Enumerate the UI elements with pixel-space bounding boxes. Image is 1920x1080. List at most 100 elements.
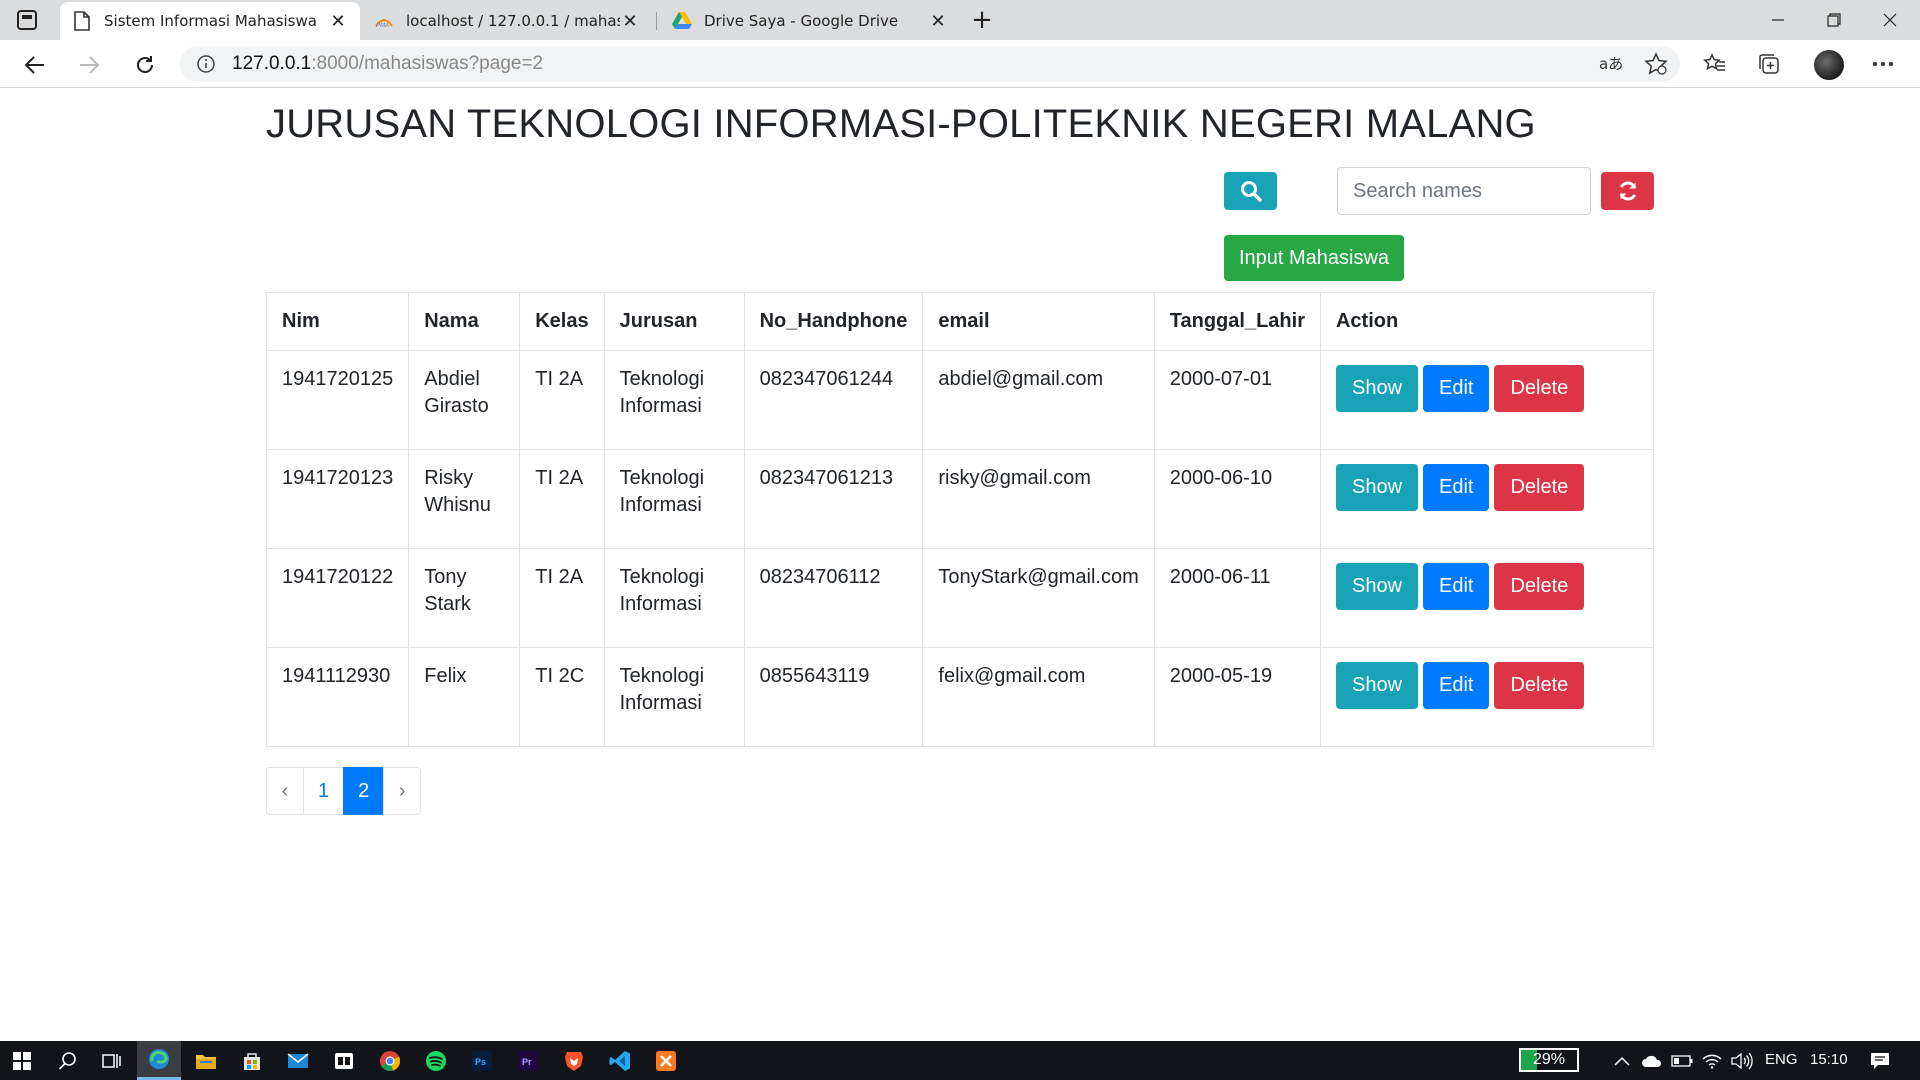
task-view-icon[interactable] bbox=[90, 1041, 134, 1080]
tab-title: Sistem Informasi Mahasiswa bbox=[104, 12, 317, 30]
column-header-jurusan: Jurusan bbox=[603, 292, 745, 351]
minimize-icon[interactable] bbox=[1750, 0, 1806, 40]
xampp-icon[interactable] bbox=[644, 1041, 688, 1080]
back-icon[interactable] bbox=[18, 48, 52, 82]
show-button[interactable]: Show bbox=[1335, 563, 1419, 610]
url-text: 127.0.0.1:8000/mahasiswas?page=2 bbox=[232, 53, 544, 74]
delete-button[interactable]: Delete bbox=[1494, 563, 1585, 610]
edit-button[interactable]: Edit bbox=[1423, 464, 1490, 511]
edit-button[interactable]: Edit bbox=[1423, 563, 1490, 610]
cell-email: abdiel@gmail.com bbox=[922, 350, 1155, 450]
windows-start-icon[interactable] bbox=[0, 1041, 44, 1080]
close-window-icon[interactable] bbox=[1862, 0, 1918, 40]
column-header-no-handphone: No_Handphone bbox=[743, 292, 924, 351]
svg-text:PMA: PMA bbox=[376, 23, 389, 28]
cell-kelas: TI 2C bbox=[519, 647, 605, 747]
file-explorer-icon[interactable] bbox=[184, 1041, 228, 1080]
cell-jurusan: Teknologi Informasi bbox=[603, 449, 745, 549]
svg-text:Ps: Ps bbox=[475, 1057, 486, 1067]
notes-app-icon[interactable] bbox=[322, 1041, 366, 1080]
notifications-icon[interactable] bbox=[1858, 1041, 1902, 1080]
search-icon[interactable] bbox=[46, 1041, 90, 1080]
cell-action: Show Edit Delete bbox=[1319, 548, 1655, 648]
battery-indicator[interactable]: 29% bbox=[1519, 1048, 1579, 1072]
cell-nama: Tony Stark bbox=[408, 548, 521, 648]
volume-icon[interactable] bbox=[1722, 1041, 1762, 1080]
clock[interactable]: 15:10 bbox=[1810, 1051, 1848, 1068]
cell-no-handphone: 082347061244 bbox=[743, 350, 924, 450]
cell-jurusan: Teknologi Informasi bbox=[603, 647, 745, 747]
windows-taskbar: Ps Pr 29% ENG 15:10 bbox=[0, 1041, 1920, 1080]
cell-email: felix@gmail.com bbox=[922, 647, 1155, 747]
pagination-prev[interactable]: ‹ bbox=[266, 767, 304, 815]
cell-tanggal-lahir: 2000-07-01 bbox=[1153, 350, 1321, 450]
column-header-tanggal-lahir: Tanggal_Lahir bbox=[1153, 292, 1321, 351]
cell-nama: Felix bbox=[408, 647, 521, 747]
microsoft-store-icon[interactable] bbox=[230, 1041, 274, 1080]
browser-toolbar: 127.0.0.1:8000/mahasiswas?page=2 aあ bbox=[0, 40, 1920, 88]
google-drive-icon bbox=[672, 11, 692, 31]
brave-browser-icon[interactable] bbox=[552, 1041, 596, 1080]
photoshop-icon[interactable]: Ps bbox=[460, 1041, 504, 1080]
column-header-action: Action bbox=[1319, 292, 1655, 351]
delete-button[interactable]: Delete bbox=[1494, 662, 1585, 709]
cell-nim: 1941720125 bbox=[265, 350, 410, 450]
delete-button[interactable]: Delete bbox=[1494, 365, 1585, 412]
edit-button[interactable]: Edit bbox=[1423, 662, 1490, 709]
refresh-icon[interactable] bbox=[128, 48, 162, 82]
pagination-page-2[interactable]: 2 bbox=[343, 767, 385, 815]
pagination-page-1[interactable]: 1 bbox=[303, 767, 345, 815]
spotify-icon[interactable] bbox=[414, 1041, 458, 1080]
browser-tab-bar: Sistem Informasi Mahasiswa ✕ PMA localho… bbox=[0, 0, 1920, 40]
cell-jurusan: Teknologi Informasi bbox=[603, 548, 745, 648]
favorites-icon[interactable] bbox=[1702, 51, 1728, 77]
cell-tanggal-lahir: 2000-06-11 bbox=[1153, 548, 1321, 648]
collections-icon[interactable] bbox=[1756, 51, 1782, 77]
profile-avatar[interactable] bbox=[1814, 50, 1844, 80]
cell-tanggal-lahir: 2000-06-10 bbox=[1153, 449, 1321, 549]
show-button[interactable]: Show bbox=[1335, 365, 1419, 412]
cell-nama: Abdiel Girasto bbox=[408, 350, 521, 450]
edit-button[interactable]: Edit bbox=[1423, 365, 1490, 412]
close-tab-icon[interactable]: ✕ bbox=[928, 11, 948, 32]
add-favorite-icon[interactable] bbox=[1643, 51, 1669, 77]
more-menu-icon[interactable] bbox=[1870, 51, 1896, 77]
input-mahasiswa-button[interactable]: Input Mahasiswa bbox=[1224, 235, 1404, 281]
close-tab-icon[interactable]: ✕ bbox=[328, 11, 348, 32]
site-info-icon[interactable] bbox=[196, 54, 216, 74]
vscode-icon[interactable] bbox=[598, 1041, 642, 1080]
search-icon bbox=[1240, 181, 1262, 202]
close-tab-icon[interactable]: ✕ bbox=[620, 11, 640, 32]
address-bar[interactable]: 127.0.0.1:8000/mahasiswas?page=2 bbox=[180, 46, 1680, 82]
show-button[interactable]: Show bbox=[1335, 464, 1419, 511]
read-aloud-icon[interactable]: aあ bbox=[1598, 51, 1624, 77]
cell-kelas: TI 2A bbox=[519, 350, 605, 450]
pagination: ‹ 1 2 › bbox=[266, 767, 422, 815]
reset-search-button[interactable] bbox=[1601, 172, 1654, 210]
edge-taskbar-icon[interactable] bbox=[137, 1041, 181, 1080]
column-header-nim: Nim bbox=[265, 292, 410, 351]
page-content: JURUSAN TEKNOLOGI INFORMASI-POLITEKNIK N… bbox=[0, 89, 1920, 1041]
premiere-pro-icon[interactable]: Pr bbox=[506, 1041, 550, 1080]
forward-icon[interactable] bbox=[72, 48, 106, 82]
cell-email: TonyStark@gmail.com bbox=[922, 548, 1155, 648]
chrome-icon[interactable] bbox=[368, 1041, 412, 1080]
search-input[interactable]: Search names bbox=[1337, 167, 1591, 215]
delete-button[interactable]: Delete bbox=[1494, 464, 1585, 511]
tab-google-drive[interactable]: Drive Saya - Google Drive ✕ bbox=[660, 2, 960, 40]
table-row: 1941112930 Felix TI 2C Teknologi Informas… bbox=[265, 647, 1655, 747]
tab-phpmyadmin[interactable]: PMA localhost / 127.0.0.1 / mahasiswa ✕ bbox=[362, 2, 652, 40]
show-button[interactable]: Show bbox=[1335, 662, 1419, 709]
pagination-next[interactable]: › bbox=[383, 767, 422, 815]
mail-icon[interactable] bbox=[276, 1041, 320, 1080]
tab-sistem-informasi[interactable]: Sistem Informasi Mahasiswa ✕ bbox=[60, 2, 360, 40]
new-tab-button[interactable]: + bbox=[966, 4, 998, 36]
language-indicator[interactable]: ENG bbox=[1765, 1051, 1798, 1068]
battery-percent: 29% bbox=[1532, 1051, 1566, 1068]
cell-nim: 1941720123 bbox=[265, 449, 410, 549]
restore-icon[interactable] bbox=[1806, 0, 1862, 40]
search-button[interactable] bbox=[1224, 172, 1277, 210]
column-header-nama: Nama bbox=[408, 292, 521, 351]
tab-title: localhost / 127.0.0.1 / mahasiswa bbox=[406, 12, 620, 30]
tab-actions-icon[interactable] bbox=[16, 9, 38, 31]
